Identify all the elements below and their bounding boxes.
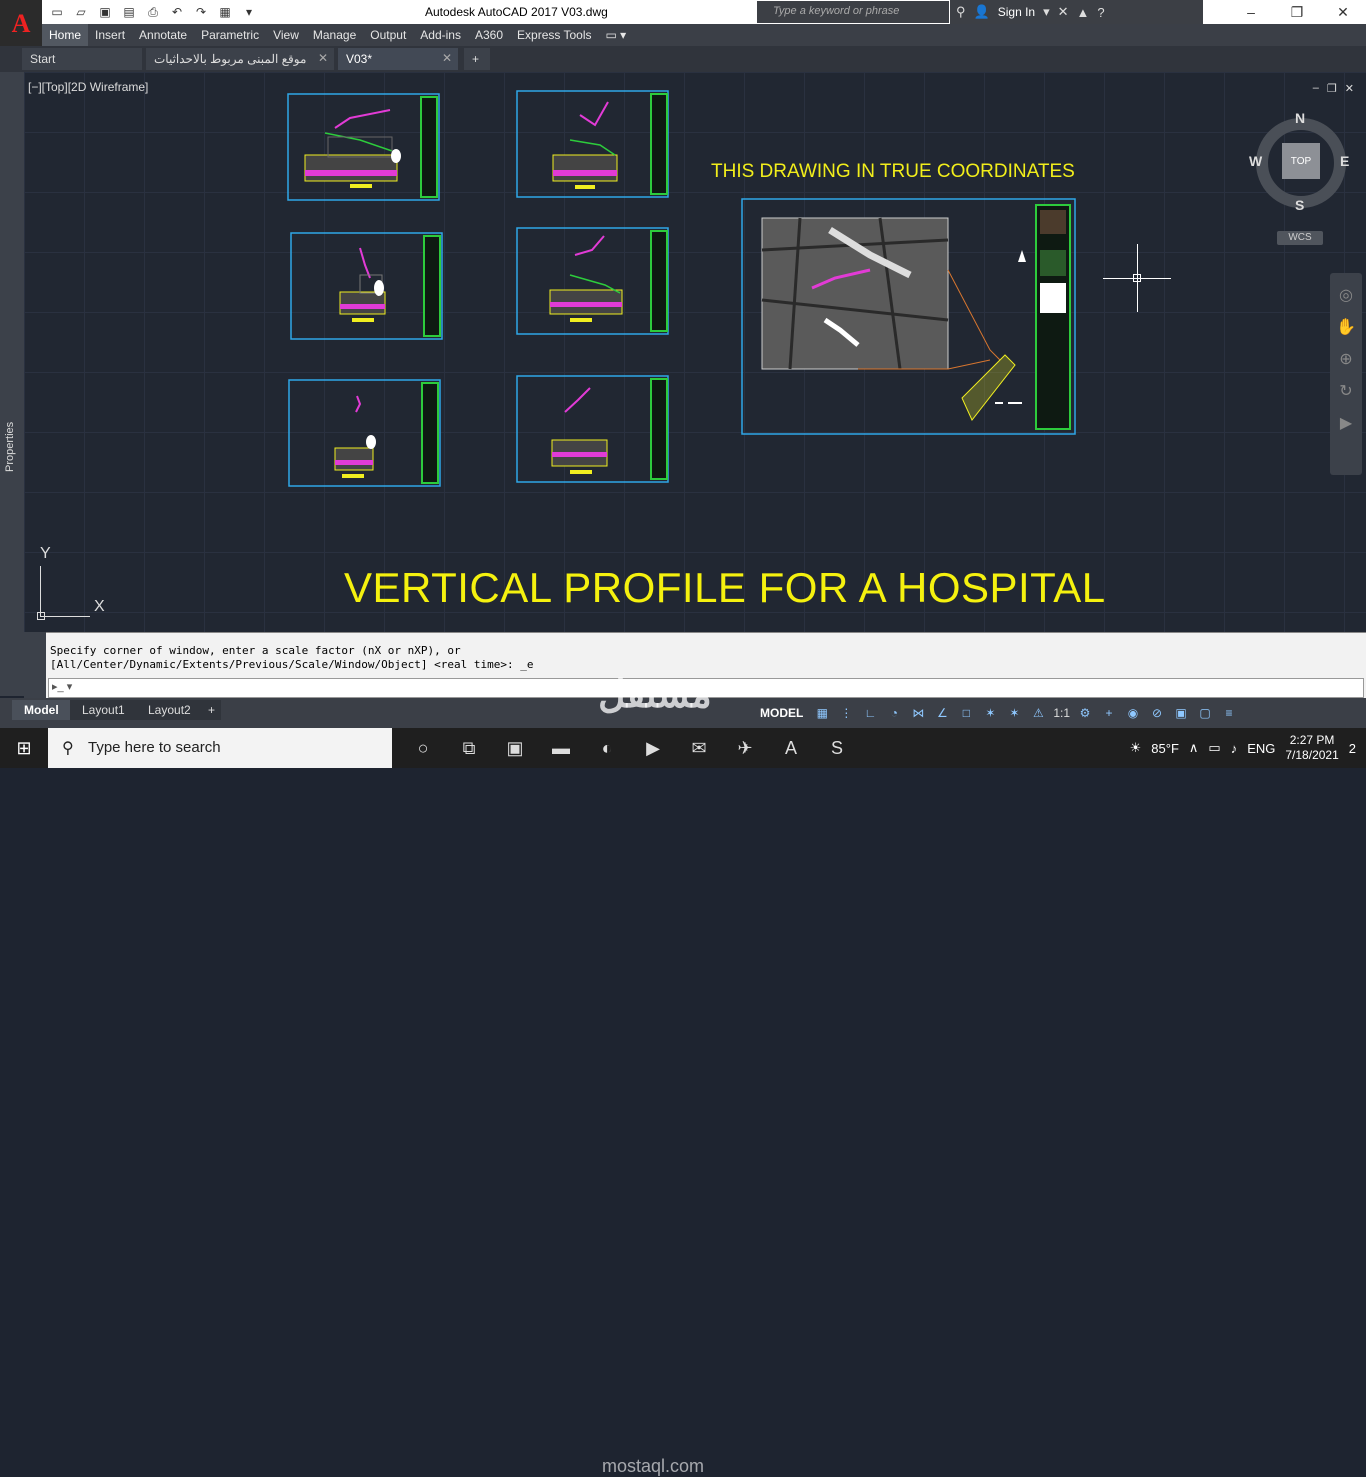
ortho-icon[interactable]: ∟	[861, 706, 879, 720]
auto-scale-icon[interactable]: ✶	[1005, 706, 1023, 720]
autocad-taskbar-icon[interactable]: A	[768, 728, 814, 768]
units-icon[interactable]: ◉	[1124, 706, 1142, 720]
annotation-visibility-icon[interactable]: ✶	[981, 706, 999, 720]
system-tray: ☀ 85°F ∧ ▭ ♪ ENG 2:27 PM 7/18/2021 2	[1130, 728, 1366, 768]
weather-temp[interactable]: 85°F	[1151, 741, 1179, 756]
object-snap-tracking-icon[interactable]: ∠	[933, 706, 951, 720]
clock-time: 2:27 PM	[1289, 733, 1335, 747]
command-history: Specify corner of window, enter a scale …	[50, 644, 533, 672]
isodraft-icon[interactable]: ⋈	[909, 706, 927, 720]
site-plan-sheet	[741, 198, 1076, 435]
workspace-switch-icon[interactable]: ⚙	[1076, 706, 1094, 720]
clean-screen-icon[interactable]: ▢	[1196, 706, 1214, 720]
clock-date: 7/18/2021	[1285, 748, 1339, 762]
taskbar-search[interactable]: Type here to search	[48, 728, 392, 768]
new-layout-button[interactable]: +	[202, 700, 222, 720]
clock[interactable]: 2:27 PM 7/18/2021	[1285, 733, 1338, 763]
ucs-x-label: X	[94, 598, 105, 615]
sheet-3	[290, 232, 443, 340]
taskbar-apps: ○ ⧉ ▣ ▬ ◐ ▶ ✉ ✈ A S	[400, 728, 860, 768]
task-view-icon[interactable]: ⧉	[446, 728, 492, 768]
command-line-handle[interactable]	[24, 632, 46, 698]
sheet-2	[516, 90, 669, 198]
wcs-menu[interactable]: WCS	[1277, 231, 1323, 245]
ucs-y-axis	[40, 566, 41, 616]
notifications-badge[interactable]: 2	[1349, 741, 1356, 756]
drawing-main-title: VERTICAL PROFILE FOR A HOSPITAL	[344, 564, 1106, 611]
ucs-y-label: Y	[40, 545, 51, 562]
sheet-4	[516, 227, 669, 335]
command-history-line: [All/Center/Dynamic/Extents/Previous/Sca…	[50, 658, 534, 671]
orbit-icon[interactable]: ↻	[1330, 381, 1362, 401]
sheet-6	[516, 375, 669, 483]
weather-icon[interactable]: ☀	[1130, 740, 1142, 756]
media-icon[interactable]: ▶	[630, 728, 676, 768]
sheet-5	[288, 379, 441, 487]
windows-start-icon[interactable]: ⊞	[0, 728, 48, 768]
pan-icon[interactable]: ✋	[1330, 317, 1362, 337]
ucs-origin-icon	[37, 612, 45, 620]
ucs-x-axis	[40, 616, 90, 617]
file-explorer-icon[interactable]: ▬	[538, 728, 584, 768]
search-icon: ⚲	[62, 740, 74, 757]
grid-icon[interactable]: ▦	[813, 706, 831, 720]
viewcube-top-face[interactable]: TOP	[1282, 143, 1320, 179]
volume-icon[interactable]: ♪	[1231, 741, 1238, 756]
app-icon[interactable]: ✈	[722, 728, 768, 768]
isolate-objects-icon[interactable]: ▣	[1172, 706, 1190, 720]
navigation-bar: ◎ ✋ ⊕ ↻ ▶	[1330, 273, 1362, 475]
watermark-arabic: مستقل	[598, 674, 712, 716]
tray-chevron-icon[interactable]: ∧	[1189, 740, 1199, 756]
annotation-monitor-icon[interactable]: +	[1100, 706, 1118, 720]
zoom-extents-icon[interactable]: ⊕	[1330, 349, 1362, 369]
command-prompt-icon[interactable]: ▸_ ▾	[52, 680, 72, 693]
model-space-button[interactable]: MODEL	[756, 706, 807, 720]
sheet-1	[287, 93, 440, 201]
annotation-scale-value[interactable]: 1:1	[1053, 706, 1070, 720]
compass-south[interactable]: S	[1295, 197, 1304, 213]
compass-west[interactable]: W	[1249, 153, 1262, 169]
showmotion-icon[interactable]: ▶	[1330, 413, 1362, 433]
object-snap-icon[interactable]: □	[957, 706, 975, 720]
steering-wheel-icon[interactable]: ◎	[1330, 285, 1362, 305]
customization-icon[interactable]: ≡	[1220, 706, 1238, 720]
network-icon[interactable]: ▭	[1208, 740, 1220, 756]
status-bar: MODEL ▦ ⋮ ∟ ◔ ⋈ ∠ □ ✶ ✶ ⚠ 1:1 ⚙ + ◉ ⊘ ▣ …	[756, 701, 1238, 725]
cortana-icon[interactable]: ○	[400, 728, 446, 768]
edge-icon[interactable]: ◐	[584, 728, 630, 768]
windows-taskbar: ⊞ Type here to search ⚲ ○ ⧉ ▣ ▬ ◐ ▶ ✉ ✈ …	[0, 728, 1366, 1476]
skype-icon[interactable]: S	[814, 728, 860, 768]
coordinates-note: THIS DRAWING IN TRUE COORDINATES	[711, 161, 1075, 182]
crosshair-pickbox	[1133, 274, 1141, 282]
compass-east[interactable]: E	[1340, 153, 1349, 169]
mail-icon[interactable]: ✉	[676, 728, 722, 768]
tab-layout1[interactable]: Layout1	[70, 700, 137, 720]
quick-properties-icon[interactable]: ⊘	[1148, 706, 1166, 720]
polar-icon[interactable]: ◔	[885, 706, 903, 720]
command-history-line: Specify corner of window, enter a scale …	[50, 644, 461, 657]
language-indicator[interactable]: ENG	[1247, 741, 1275, 756]
snap-icon[interactable]: ⋮	[837, 706, 855, 720]
tab-model[interactable]: Model	[12, 700, 71, 720]
compass-north[interactable]: N	[1295, 110, 1305, 126]
watermark-latin: mostaql.com	[602, 1456, 705, 1476]
tab-layout2[interactable]: Layout2	[136, 700, 203, 720]
office-icon[interactable]: ▣	[492, 728, 538, 768]
annotation-scale-icon[interactable]: ⚠	[1029, 706, 1047, 720]
